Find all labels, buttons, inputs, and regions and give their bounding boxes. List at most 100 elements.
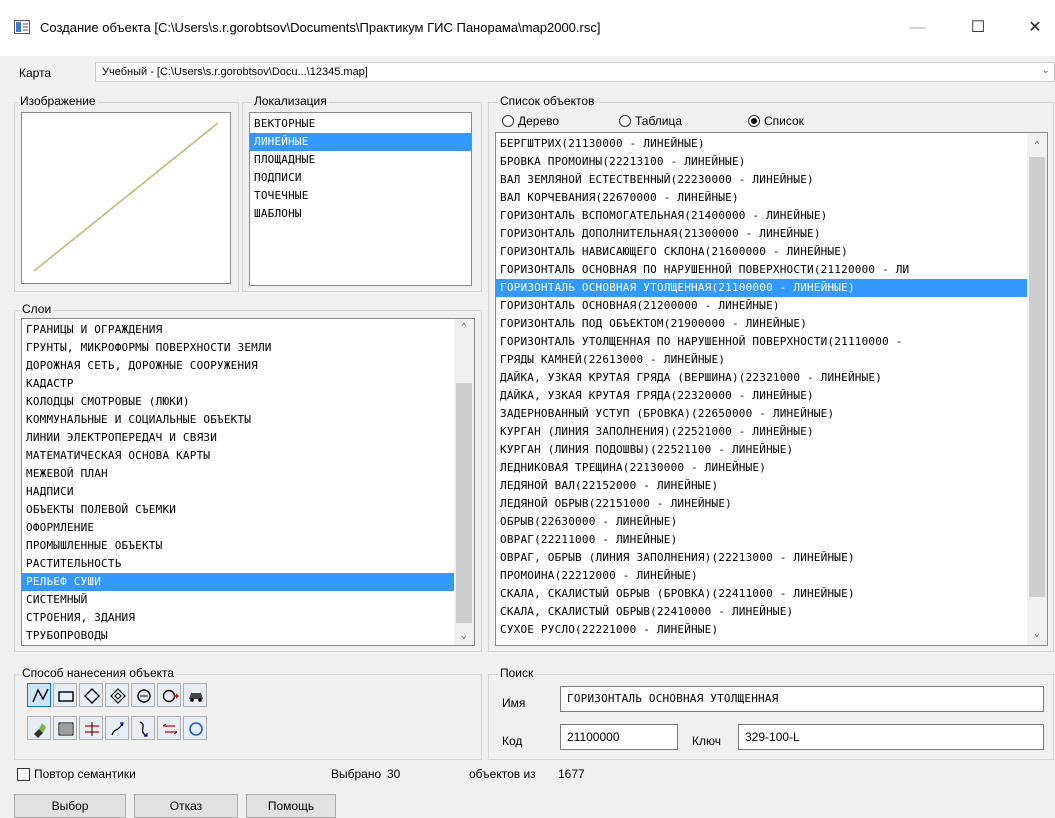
object-item[interactable]: ДАЙКА, УЗКАЯ КРУТАЯ ГРЯДА (ВЕРШИНА)(2232…: [496, 369, 1028, 387]
scroll-up-icon[interactable]: ⌃: [1027, 139, 1047, 153]
maximize-button[interactable]: ☐: [958, 12, 998, 44]
select-button[interactable]: Выбор: [14, 794, 126, 818]
circle-arrow-icon: [162, 689, 179, 703]
map-label: Карта: [19, 66, 52, 80]
close-button[interactable]: ✕: [1015, 12, 1055, 44]
object-item[interactable]: ГРЯДЫ КАМНЕЙ(22613000 - ЛИНЕЙНЫЕ): [496, 351, 1028, 369]
draw-method-group-label: Способ нанесения объекта: [20, 666, 177, 680]
scroll-down-icon[interactable]: ⌄: [454, 629, 474, 643]
image-group-label: Изображение: [18, 94, 98, 108]
object-item[interactable]: ЗАДЕРНОВАННЫЙ УСТУП (БРОВКА)(22650000 - …: [496, 405, 1028, 423]
object-item[interactable]: ОБРЫВ(22630000 - ЛИНЕЙНЫЕ): [496, 513, 1028, 531]
draw-tool-button[interactable]: [79, 716, 103, 740]
localization-item[interactable]: ТОЧЕЧНЫЕ: [250, 187, 471, 205]
object-item[interactable]: КУРГАН (ЛИНИЯ ПОДОШВЫ)(22521100 - ЛИНЕЙН…: [496, 441, 1028, 459]
localization-item[interactable]: ВЕКТОРНЫЕ: [250, 115, 471, 133]
object-item[interactable]: ЛЕДНИКОВАЯ ТРЕЩИНА(22130000 - ЛИНЕЙНЫЕ): [496, 459, 1028, 477]
layer-item[interactable]: СТРОЕНИЯ, ЗДАНИЯ: [22, 609, 454, 627]
object-item[interactable]: ЛЕДЯНОЙ ОБРЫВ(22151000 - ЛИНЕЙНЫЕ): [496, 495, 1028, 513]
draw-tool-button[interactable]: [157, 716, 181, 740]
layers-list[interactable]: ГРАНИЦЫ И ОГРАЖДЕНИЯ ГРУНТЫ, МИКРОФОРМЫ П…: [22, 321, 454, 645]
help-button[interactable]: Помощь: [246, 794, 336, 818]
layer-item[interactable]: ОБЪЕКТЫ ПОЛЕВОЙ СЪЕМКИ: [22, 501, 454, 519]
draw-tool-button[interactable]: [27, 716, 51, 740]
object-item[interactable]: ЛЕДЯНОЙ ВАЛ(22152000 - ЛИНЕЙНЫЕ): [496, 477, 1028, 495]
layer-item[interactable]: МЕЖЕВОЙ ПЛАН: [22, 465, 454, 483]
circle-icon: [137, 689, 151, 703]
draw-tool-button[interactable]: [53, 716, 77, 740]
object-item[interactable]: ГОРИЗОНТАЛЬ НАВИСАЮЩЕГО СКЛОНА(21600000 …: [496, 243, 1028, 261]
repeat-semantics-checkbox[interactable]: [17, 768, 30, 781]
scroll-up-icon[interactable]: ⌃: [454, 321, 474, 335]
object-item[interactable]: ОВРАГ(22211000 - ЛИНЕЙНЫЕ): [496, 531, 1028, 549]
layer-item[interactable]: НАДПИСИ: [22, 483, 454, 501]
object-item[interactable]: КУРГАН (ЛИНИЯ ЗАПОЛНЕНИЯ)(22521000 - ЛИН…: [496, 423, 1028, 441]
layer-item[interactable]: СИСТЕМНЫЙ: [22, 591, 454, 609]
layer-item[interactable]: ГРАНИЦЫ И ОГРАЖДЕНИЯ: [22, 321, 454, 339]
scroll-down-icon[interactable]: ⌄: [1027, 627, 1047, 641]
layer-item[interactable]: ПРОМЫШЛЕННЫЕ ОБЪЕКТЫ: [22, 537, 454, 555]
objects-list[interactable]: БЕРГШТРИХ(21130000 - ЛИНЕЙНЫЕ) БРОВКА ПРО…: [496, 135, 1028, 643]
object-item[interactable]: ГОРИЗОНТАЛЬ ОСНОВНАЯ УТОЛЩЕННАЯ(21100000…: [496, 279, 1028, 297]
object-item[interactable]: ПРОМОИНА(22212000 - ЛИНЕЙНЫЕ): [496, 567, 1028, 585]
object-item[interactable]: ГОРИЗОНТАЛЬ ОСНОВНАЯ ПО НАРУШЕННОЙ ПОВЕР…: [496, 261, 1028, 279]
view-table-radio[interactable]: [619, 115, 631, 127]
object-item[interactable]: БРОВКА ПРОМОИНЫ(22213100 - ЛИНЕЙНЫЕ): [496, 153, 1028, 171]
layer-item[interactable]: ГРУНТЫ, МИКРОФОРМЫ ПОВЕРХНОСТИ ЗЕМЛИ: [22, 339, 454, 357]
layers-list-box: ГРАНИЦЫ И ОГРАЖДЕНИЯ ГРУНТЫ, МИКРОФОРМЫ П…: [21, 318, 475, 646]
localization-item[interactable]: ШАБЛОНЫ: [250, 205, 471, 223]
localization-item[interactable]: ЛИНЕЙНЫЕ: [250, 133, 471, 151]
view-tree-radio[interactable]: [502, 115, 514, 127]
layer-item[interactable]: ОФОРМЛЕНИЕ: [22, 519, 454, 537]
localization-item[interactable]: ПОДПИСИ: [250, 169, 471, 187]
layer-item[interactable]: РЕЛЬЕФ СУШИ: [22, 573, 454, 591]
view-list-radio[interactable]: [748, 115, 760, 127]
draw-tool-button[interactable]: [105, 683, 129, 707]
object-item[interactable]: СКАЛА, СКАЛИСТЫЙ ОБРЫВ(22410000 - ЛИНЕЙН…: [496, 603, 1028, 621]
key-field[interactable]: 329-100-L: [738, 724, 1044, 750]
scrollbar-thumb[interactable]: [456, 383, 472, 623]
map-select[interactable]: Учебный - [C:\Users\s.r.gorobtsov\Docu..…: [95, 62, 1055, 82]
draw-tool-button[interactable]: [157, 683, 181, 707]
object-item[interactable]: ГОРИЗОНТАЛЬ ПОД ОБЪЕКТОМ(21900000 - ЛИНЕ…: [496, 315, 1028, 333]
draw-tool-button[interactable]: [183, 683, 207, 707]
draw-tool-button[interactable]: [131, 683, 155, 707]
layers-scrollbar[interactable]: ⌃ ⌄: [454, 319, 474, 645]
layer-item[interactable]: ТРУБОПРОВОДЫ: [22, 627, 454, 645]
layer-item[interactable]: КОЛОДЦЫ СМОТРОВЫЕ (ЛЮКИ): [22, 393, 454, 411]
scrollbar-thumb[interactable]: [1029, 157, 1045, 597]
draw-tool-button[interactable]: [105, 716, 129, 740]
object-item[interactable]: ГОРИЗОНТАЛЬ УТОЛЩЕННАЯ ПО НАРУШЕННОЙ ПОВ…: [496, 333, 1028, 351]
code-field[interactable]: 21100000: [560, 724, 678, 750]
layer-item[interactable]: ДОРОЖНАЯ СЕТЬ, ДОРОЖНЫЕ СООРУЖЕНИЯ: [22, 357, 454, 375]
objects-scrollbar[interactable]: ⌃ ⌄: [1027, 133, 1047, 645]
object-item[interactable]: ГОРИЗОНТАЛЬ ДОПОЛНИТЕЛЬНАЯ(21300000 - ЛИ…: [496, 225, 1028, 243]
layer-item[interactable]: КАДАСТР: [22, 375, 454, 393]
draw-tool-button[interactable]: [53, 683, 77, 707]
object-item[interactable]: БЕРГШТРИХ(21130000 - ЛИНЕЙНЫЕ): [496, 135, 1028, 153]
draw-tool-button[interactable]: [131, 716, 155, 740]
localization-list[interactable]: ВЕКТОРНЫЕ ЛИНЕЙНЫЕ ПЛОЩАДНЫЕ ПОДПИСИ ТОЧЕЧНЫ…: [249, 112, 472, 286]
layer-item[interactable]: ЛИНИИ ЭЛЕКТРОПЕРЕДАЧ И СВЯЗИ: [22, 429, 454, 447]
object-item[interactable]: ВАЛ КОРЧЕВАНИЯ(22670000 - ЛИНЕЙНЫЕ): [496, 189, 1028, 207]
line-preview: [33, 122, 219, 272]
layer-item[interactable]: РАСТИТЕЛЬНОСТЬ: [22, 555, 454, 573]
draw-tool-button[interactable]: [27, 683, 51, 707]
view-list-label: Список: [764, 114, 804, 128]
minimize-button[interactable]: —: [898, 12, 938, 44]
object-item[interactable]: ГОРИЗОНТАЛЬ ОСНОВНАЯ(21200000 - ЛИНЕЙНЫЕ…: [496, 297, 1028, 315]
object-item[interactable]: ГОРИЗОНТАЛЬ ВСПОМОГАТЕЛЬНАЯ(21400000 - Л…: [496, 207, 1028, 225]
localization-item[interactable]: ПЛОЩАДНЫЕ: [250, 151, 471, 169]
cancel-button[interactable]: Отказ: [134, 794, 238, 818]
layer-item[interactable]: КОММУНАЛЬНЫЕ И СОЦИАЛЬНЫЕ ОБЪЕКТЫ: [22, 411, 454, 429]
name-field[interactable]: ГОРИЗОНТАЛЬ ОСНОВНАЯ УТОЛЩЕННАЯ: [560, 686, 1044, 712]
object-item[interactable]: СКАЛА, СКАЛИСТЫЙ ОБРЫВ (БРОВКА)(22411000…: [496, 585, 1028, 603]
object-item[interactable]: СУХОЕ РУСЛО(22221000 - ЛИНЕЙНЫЕ): [496, 621, 1028, 639]
object-item[interactable]: ВАЛ ЗЕМЛЯНОЙ ЕСТЕСТВЕННЫЙ(22230000 - ЛИН…: [496, 171, 1028, 189]
object-item[interactable]: ОВРАГ, ОБРЫВ (ЛИНИЯ ЗАПОЛНЕНИЯ)(22213000…: [496, 549, 1028, 567]
draw-tool-button[interactable]: [79, 683, 103, 707]
draw-tool-button[interactable]: [183, 716, 207, 740]
object-item[interactable]: ДАЙКА, УЗКАЯ КРУТАЯ ГРЯДА(22320000 - ЛИН…: [496, 387, 1028, 405]
layer-item[interactable]: МАТЕМАТИЧЕСКАЯ ОСНОВА КАРТЫ: [22, 447, 454, 465]
objects-group-label: Список объектов: [498, 94, 597, 108]
